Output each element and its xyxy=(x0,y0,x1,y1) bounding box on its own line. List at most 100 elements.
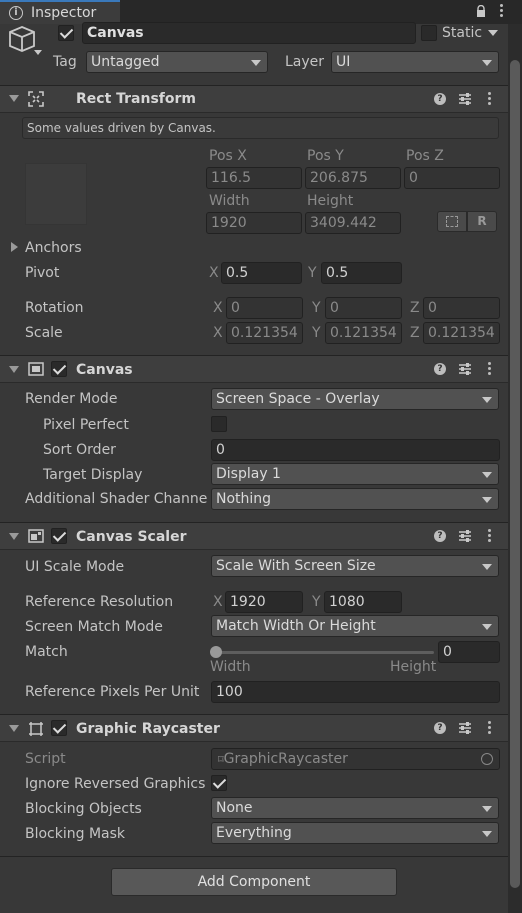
render-mode-label: Render Mode xyxy=(25,391,118,407)
height-field[interactable]: 3409.442 xyxy=(305,212,401,234)
ppu-field[interactable]: 100 xyxy=(211,681,500,703)
script-label: Script xyxy=(25,751,66,767)
pos-y-field[interactable]: 206.875 xyxy=(305,167,401,189)
scale-y-field[interactable]: 0.121354 xyxy=(325,322,402,344)
render-mode-value: Screen Space - Overlay xyxy=(216,391,380,407)
chevron-down-icon xyxy=(482,624,492,630)
gameobject-icon[interactable] xyxy=(8,24,44,58)
foldout-icon[interactable] xyxy=(9,95,19,102)
presets-icon[interactable] xyxy=(458,529,472,543)
pos-z-label: Pos Z xyxy=(406,148,444,164)
scale-z-field[interactable]: 0.121354 xyxy=(423,322,500,344)
layer-dropdown[interactable]: UI xyxy=(331,51,499,73)
scale-z-axis: Z xyxy=(410,325,420,341)
chevron-down-icon xyxy=(482,831,492,837)
help-icon[interactable]: ? xyxy=(434,93,446,105)
pos-y-label: Pos Y xyxy=(307,148,344,164)
slider-track xyxy=(216,651,434,654)
object-picker-icon[interactable] xyxy=(481,753,493,765)
ui-scale-mode-label: UI Scale Mode xyxy=(25,559,125,575)
divider xyxy=(0,856,508,857)
slider-thumb[interactable] xyxy=(210,646,222,658)
pivot-x-field[interactable]: 0.5 xyxy=(221,262,302,284)
chevron-down-icon xyxy=(482,806,492,812)
ref-resolution-y-field[interactable]: 1080 xyxy=(324,591,402,613)
pivot-y-field[interactable]: 0.5 xyxy=(321,262,402,284)
chevron-down-icon xyxy=(482,472,492,478)
component-menu-icon[interactable] xyxy=(488,362,491,376)
script-field[interactable]: ⌑GraphicRaycaster xyxy=(211,748,500,770)
script-value: GraphicRaycaster xyxy=(223,751,348,767)
active-toggle[interactable] xyxy=(58,25,74,41)
rot-z-field[interactable]: 0 xyxy=(423,297,500,319)
scrollbar-thumb[interactable] xyxy=(510,60,520,888)
anchor-preset-widget xyxy=(25,163,87,225)
foldout-icon[interactable] xyxy=(9,533,19,540)
foldout-icon[interactable] xyxy=(9,366,19,373)
pos-x-field[interactable]: 116.5 xyxy=(206,167,302,189)
shader-channels-dropdown[interactable]: Nothing xyxy=(211,488,499,510)
ignore-reversed-toggle[interactable] xyxy=(211,775,227,791)
blocking-objects-label: Blocking Objects xyxy=(25,801,142,817)
sort-order-field[interactable]: 0 xyxy=(211,439,500,461)
tab-menu-icon[interactable] xyxy=(500,4,503,18)
pixel-perfect-toggle[interactable] xyxy=(211,416,227,432)
canvas-scaler-icon xyxy=(28,529,44,543)
object-name-field[interactable]: Canvas xyxy=(82,22,416,44)
lock-icon[interactable] xyxy=(476,4,486,17)
canvas-scaler-enabled-toggle[interactable] xyxy=(51,528,67,544)
blocking-mask-dropdown[interactable]: Everything xyxy=(211,822,499,844)
rot-x-field[interactable]: 0 xyxy=(226,297,303,319)
tab-inspector[interactable]: i Inspector xyxy=(0,0,120,24)
rot-y-axis: Y xyxy=(312,300,321,316)
rot-y-field[interactable]: 0 xyxy=(325,297,402,319)
tag-label: Tag xyxy=(53,54,77,70)
static-dropdown-arrow-icon[interactable] xyxy=(488,30,498,36)
presets-icon[interactable] xyxy=(458,362,472,376)
ui-scale-mode-dropdown[interactable]: Scale With Screen Size xyxy=(211,555,499,577)
target-display-dropdown[interactable]: Display 1 xyxy=(211,463,499,485)
anchors-label[interactable]: Anchors xyxy=(25,239,82,257)
render-mode-dropdown[interactable]: Screen Space - Overlay xyxy=(211,388,499,410)
ref-resolution-x-field[interactable]: 1920 xyxy=(225,591,303,613)
presets-icon[interactable] xyxy=(458,721,472,735)
help-icon[interactable]: ? xyxy=(434,722,446,734)
screen-match-mode-dropdown[interactable]: Match Width Or Height xyxy=(211,615,499,637)
scale-x-axis: X xyxy=(213,325,223,341)
chevron-down-icon xyxy=(482,397,492,403)
help-icon[interactable]: ? xyxy=(434,363,446,375)
add-component-button[interactable]: Add Component xyxy=(111,868,397,896)
width-label: Width xyxy=(209,193,250,209)
match-label: Match xyxy=(25,644,68,660)
static-toggle[interactable] xyxy=(421,25,437,41)
help-icon[interactable]: ? xyxy=(434,530,446,542)
component-menu-icon[interactable] xyxy=(488,721,491,735)
raw-edit-button[interactable]: R xyxy=(467,211,497,232)
presets-icon[interactable] xyxy=(458,92,472,106)
anchors-foldout-icon[interactable] xyxy=(11,242,18,252)
match-slider[interactable] xyxy=(210,646,434,658)
pivot-y-axis: Y xyxy=(308,265,317,281)
tab-label: Inspector xyxy=(31,5,97,21)
canvas-enabled-toggle[interactable] xyxy=(51,361,67,377)
raw-edit-icon: R xyxy=(477,214,487,228)
foldout-icon[interactable] xyxy=(9,725,19,732)
component-menu-icon[interactable] xyxy=(488,529,491,543)
match-width-label: Width xyxy=(210,659,251,675)
component-menu-icon[interactable] xyxy=(488,92,491,106)
pixel-perfect-label: Pixel Perfect xyxy=(43,417,129,433)
tag-dropdown[interactable]: Untagged xyxy=(86,51,268,73)
raycaster-enabled-toggle[interactable] xyxy=(51,720,67,736)
blueprint-icon xyxy=(446,216,458,227)
ppu-label: Reference Pixels Per Unit xyxy=(25,684,200,700)
pos-z-field[interactable]: 0 xyxy=(404,167,500,189)
blueprint-mode-button[interactable] xyxy=(437,211,467,232)
width-field[interactable]: 1920 xyxy=(206,212,302,234)
blocking-objects-dropdown[interactable]: None xyxy=(211,797,499,819)
canvas-scaler-title: Canvas Scaler xyxy=(76,529,187,545)
layer-value: UI xyxy=(336,54,351,70)
match-value-field[interactable]: 0 xyxy=(438,641,500,663)
match-height-label: Height xyxy=(390,659,437,675)
rot-x-axis: X xyxy=(213,300,223,316)
scale-x-field[interactable]: 0.121354 xyxy=(226,322,303,344)
